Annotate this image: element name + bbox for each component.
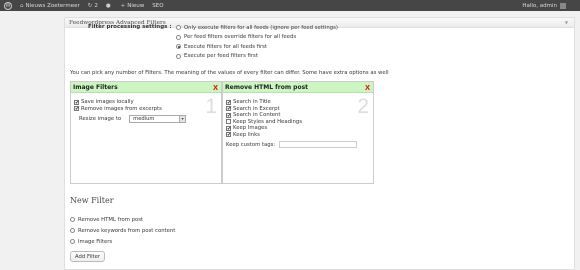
filter-header: Image Filters X bbox=[71, 82, 221, 93]
checkbox-checked[interactable]: ✔ bbox=[226, 106, 231, 112]
checkbox-checked[interactable]: ✔ bbox=[74, 106, 79, 112]
custom-tags-label: Keep custom tags: bbox=[226, 141, 276, 148]
settings-label: Filter processing settings : bbox=[88, 24, 172, 30]
admin-bar: W ⌂ Nieuws Zoetermeer ↻ 2 ● + Nieuw SEO Hal… bbox=[0, 0, 580, 11]
radio-button[interactable] bbox=[70, 217, 75, 222]
processing-option[interactable]: Only execute filters for all feeds (igno… bbox=[176, 23, 338, 33]
new-filter-heading: New Filter bbox=[70, 196, 114, 205]
checkbox-checked[interactable]: ✔ bbox=[226, 132, 231, 138]
new-filter-option[interactable]: Remove keywords from post content bbox=[70, 225, 175, 236]
remove-filter-icon[interactable]: X bbox=[365, 83, 370, 92]
new-filter-option[interactable]: Remove HTML from post bbox=[70, 214, 175, 225]
resize-select[interactable]: medium ▾ bbox=[129, 115, 187, 123]
filter-header: Remove HTML from post X bbox=[223, 82, 373, 93]
filter-title: Remove HTML from post bbox=[225, 83, 309, 91]
custom-tags-input[interactable] bbox=[279, 141, 358, 148]
checkbox-row[interactable]: ✔ Keep links bbox=[226, 132, 373, 139]
new-filter-options: Remove HTML from post Remove keywords fr… bbox=[70, 214, 175, 247]
checkbox-row[interactable]: ✔ Remove images from excerpts bbox=[74, 106, 221, 113]
updates-link[interactable]: ↻ 2 bbox=[88, 3, 98, 9]
site-name-link[interactable]: ⌂ Nieuws Zoetermeer bbox=[20, 3, 80, 9]
processing-option[interactable]: Execute filters for all feeds first bbox=[176, 42, 338, 52]
radio-button[interactable] bbox=[176, 25, 181, 31]
wordpress-logo-icon[interactable]: W bbox=[4, 1, 12, 10]
refresh-icon: ↻ bbox=[87, 2, 93, 9]
processing-option[interactable]: Per feed filters override filters for al… bbox=[176, 33, 338, 43]
checkbox-checked[interactable]: ✔ bbox=[226, 99, 231, 105]
comments-link[interactable]: ● bbox=[106, 3, 113, 9]
checkbox-checked[interactable]: ✔ bbox=[226, 112, 231, 118]
radio-button[interactable] bbox=[70, 239, 75, 244]
filter-title: Image Filters bbox=[73, 83, 118, 91]
filter-number: 2 bbox=[357, 95, 369, 118]
seo-menu[interactable]: SEO bbox=[152, 3, 163, 9]
radio-button[interactable] bbox=[70, 228, 75, 233]
radio-button[interactable] bbox=[176, 34, 181, 40]
admin-sidebar bbox=[0, 11, 55, 270]
checkbox-checked[interactable]: ✔ bbox=[226, 125, 231, 131]
filter-box-image: Image Filters X 1 ✔ Save images locally ✔… bbox=[70, 81, 222, 184]
settings-row: Filter processing settings : Only execut… bbox=[88, 23, 338, 61]
radio-button[interactable] bbox=[176, 53, 181, 59]
new-content-link[interactable]: + Nieuw bbox=[121, 3, 145, 9]
filter-number: 1 bbox=[205, 95, 217, 118]
avatar bbox=[560, 2, 566, 9]
add-filter-button[interactable]: Add Filter bbox=[70, 251, 106, 262]
resize-label: Resize image to bbox=[79, 116, 122, 122]
custom-tags-row: Keep custom tags: bbox=[226, 141, 373, 148]
radio-button-selected[interactable] bbox=[176, 44, 181, 50]
checkbox-checked[interactable]: ✔ bbox=[74, 99, 79, 105]
filter-box-html: Remove HTML from post X 2 ✔ Search in Tit… bbox=[222, 81, 374, 184]
processing-option[interactable]: Execute per feed filters first bbox=[176, 52, 338, 62]
new-filter-option[interactable]: Image Filters bbox=[70, 236, 175, 247]
home-icon: ⌂ bbox=[20, 2, 24, 9]
processing-options: Only execute filters for all feeds (igno… bbox=[176, 23, 338, 61]
checkbox-unchecked[interactable] bbox=[226, 119, 231, 125]
dropdown-arrow-icon: ▾ bbox=[179, 116, 186, 122]
collapse-arrow-icon[interactable]: ▼ bbox=[565, 20, 568, 25]
comment-icon: ● bbox=[105, 2, 111, 9]
remove-filter-icon[interactable]: X bbox=[213, 83, 218, 92]
plus-icon: + bbox=[120, 2, 126, 9]
resize-row: Resize image to medium ▾ bbox=[79, 115, 221, 123]
intro-text: You can pick any number of Filters. The … bbox=[70, 70, 389, 76]
account-menu[interactable]: Hallo, admin bbox=[522, 0, 566, 11]
